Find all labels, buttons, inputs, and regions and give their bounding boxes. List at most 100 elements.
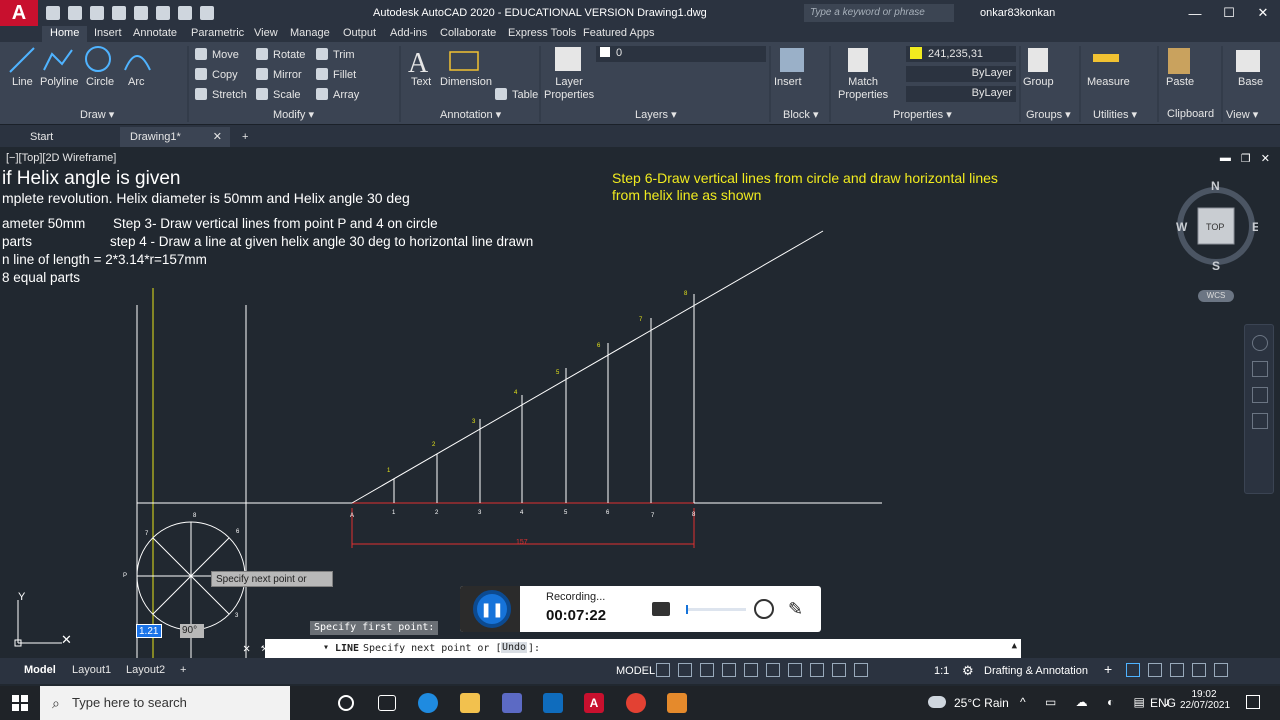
compass-w[interactable]: W [1176, 220, 1188, 234]
weather-text[interactable]: 25°C Rain [954, 696, 1009, 710]
match-properties-icon[interactable] [848, 48, 868, 72]
ui-lock-icon[interactable] [1126, 663, 1140, 677]
object-snap-tracking-icon[interactable] [766, 663, 780, 677]
model-space-toggle[interactable]: MODEL [616, 665, 655, 677]
tab-home[interactable]: Home [42, 26, 88, 42]
user-account[interactable]: onkar83konkan [980, 7, 1055, 19]
linetype-dropdown[interactable]: ByLayer [906, 66, 1016, 82]
recorder-app-icon[interactable] [667, 693, 687, 713]
polyline-button[interactable]: Polyline [40, 76, 79, 88]
line-button[interactable]: Line [12, 76, 33, 88]
drawing-viewport[interactable]: [−][Top][2D Wireframe] ▬ ❐ ✕ if Helix an… [0, 148, 1280, 658]
tab-featured-apps[interactable]: Featured Apps [575, 26, 663, 42]
weather-icon[interactable] [928, 696, 946, 708]
autocad-taskbar-icon[interactable]: A [584, 693, 604, 713]
measure-button[interactable]: Measure [1087, 76, 1130, 88]
start-tab[interactable]: Start [20, 127, 63, 147]
properties-panel-title[interactable]: Properties ▾ [893, 108, 952, 121]
webcam-icon[interactable] [754, 599, 774, 619]
circle-button[interactable]: Circle [86, 76, 114, 88]
new-icon[interactable] [46, 6, 60, 20]
group-button[interactable]: Group [1023, 76, 1054, 88]
open-icon[interactable] [68, 6, 82, 20]
taskbar-clock[interactable]: 19:02 22/07/2021 [1180, 689, 1230, 711]
notification-icon[interactable] [1246, 695, 1260, 709]
model-layout-tab[interactable]: Model [20, 662, 60, 678]
edge-browser-icon[interactable] [418, 693, 438, 713]
modify-panel-title[interactable]: Modify ▾ [273, 108, 314, 121]
text-button[interactable]: Text [411, 76, 431, 88]
workspace-gear-icon[interactable]: ⚙ [962, 663, 974, 679]
save-as-icon[interactable] [112, 6, 126, 20]
pause-recording-button[interactable]: ❚❚ [473, 590, 511, 628]
store-icon[interactable] [502, 693, 522, 713]
tab-annotate[interactable]: Annotate [125, 26, 185, 42]
pen-icon[interactable]: ✎ [788, 599, 803, 620]
pan-icon[interactable] [1252, 361, 1268, 377]
compass-s[interactable]: S [1212, 259, 1220, 273]
close-button[interactable]: ✕ [1246, 0, 1280, 26]
tab-parametric[interactable]: Parametric [183, 26, 252, 42]
clean-screen-icon[interactable] [1192, 663, 1206, 677]
move-button[interactable]: Move [195, 48, 239, 61]
compass-e[interactable]: E [1252, 220, 1260, 234]
base-button[interactable]: Base [1238, 76, 1263, 88]
polar-icon[interactable] [722, 663, 736, 677]
compass-n[interactable]: N [1211, 179, 1220, 193]
grid-icon[interactable] [656, 663, 670, 677]
print-icon[interactable] [134, 6, 148, 20]
selection-cycling-icon[interactable] [854, 663, 868, 677]
layout1-tab[interactable]: Layout1 [68, 662, 115, 678]
command-history-toggle[interactable]: ▲ [1012, 641, 1017, 651]
draw-panel-title[interactable]: Draw ▾ [80, 108, 114, 121]
drawing-tab[interactable]: Drawing1* ✕ [120, 127, 230, 147]
dynamic-angle-input[interactable]: 90° [180, 624, 204, 638]
paste-button[interactable]: Paste [1166, 76, 1194, 88]
view-cube[interactable]: TOP N S E W [1176, 179, 1260, 273]
command-line[interactable]: ✕ ⚒ ▾ LINE Specify next point or [ Undo … [243, 639, 1021, 658]
tab-manage[interactable]: Manage [282, 26, 338, 42]
maximize-button[interactable]: ☐ [1212, 0, 1246, 26]
isolate-objects-icon[interactable] [1148, 663, 1162, 677]
save-icon[interactable] [90, 6, 104, 20]
cortana-icon[interactable] [338, 695, 354, 711]
insert-button[interactable]: Insert [774, 76, 802, 88]
zoom-extents-icon[interactable] [1252, 387, 1268, 403]
trim-button[interactable]: Trim [316, 48, 355, 61]
customization-icon[interactable] [1214, 663, 1228, 677]
stretch-button[interactable]: Stretch [195, 88, 247, 101]
wcs-menu[interactable]: WCS [1198, 290, 1234, 302]
groups-panel-title[interactable]: Groups ▾ [1026, 108, 1071, 121]
undo-option[interactable]: Undo [501, 642, 528, 653]
help-search-input[interactable]: Type a keyword or phrase [804, 4, 954, 22]
autocad-logo-icon[interactable]: A [0, 0, 38, 26]
helix-division-lines[interactable] [393, 294, 695, 503]
view-panel-title[interactable]: View ▾ [1226, 108, 1258, 121]
tab-addins[interactable]: Add-ins [382, 26, 435, 42]
file-explorer-icon[interactable] [460, 693, 480, 713]
layer-properties-icon[interactable] [555, 47, 581, 71]
mail-icon[interactable] [543, 693, 563, 713]
microphone-icon[interactable] [652, 602, 670, 616]
transparency-icon[interactable] [832, 663, 846, 677]
ortho-icon[interactable] [700, 663, 714, 677]
arc-button[interactable]: Arc [128, 76, 145, 88]
isodraft-icon[interactable] [744, 663, 758, 677]
clipboard-panel-title[interactable]: Clipboard [1167, 108, 1214, 120]
new-layout-button[interactable]: + [176, 662, 190, 678]
lineweight-icon[interactable] [810, 663, 824, 677]
fillet-button[interactable]: Fillet [316, 68, 356, 81]
rotate-button[interactable]: Rotate [256, 48, 305, 61]
chrome-icon[interactable] [626, 693, 646, 713]
language-indicator[interactable]: ENG [1150, 696, 1176, 710]
command-recent-icon[interactable]: ▾ [323, 642, 329, 653]
layout2-tab[interactable]: Layout2 [122, 662, 169, 678]
add-scale-icon[interactable]: + [1104, 661, 1112, 677]
redo-icon[interactable] [200, 6, 214, 20]
layer-dropdown[interactable]: 0 [596, 46, 766, 62]
base-view-icon[interactable] [1236, 50, 1260, 72]
annotation-panel-title[interactable]: Annotation ▾ [440, 108, 501, 121]
hardware-acceleration-icon[interactable] [1170, 663, 1184, 677]
workspace-switch[interactable]: Drafting & Annotation [984, 665, 1088, 677]
layer-properties-button[interactable]: Layer Properties [544, 76, 594, 102]
